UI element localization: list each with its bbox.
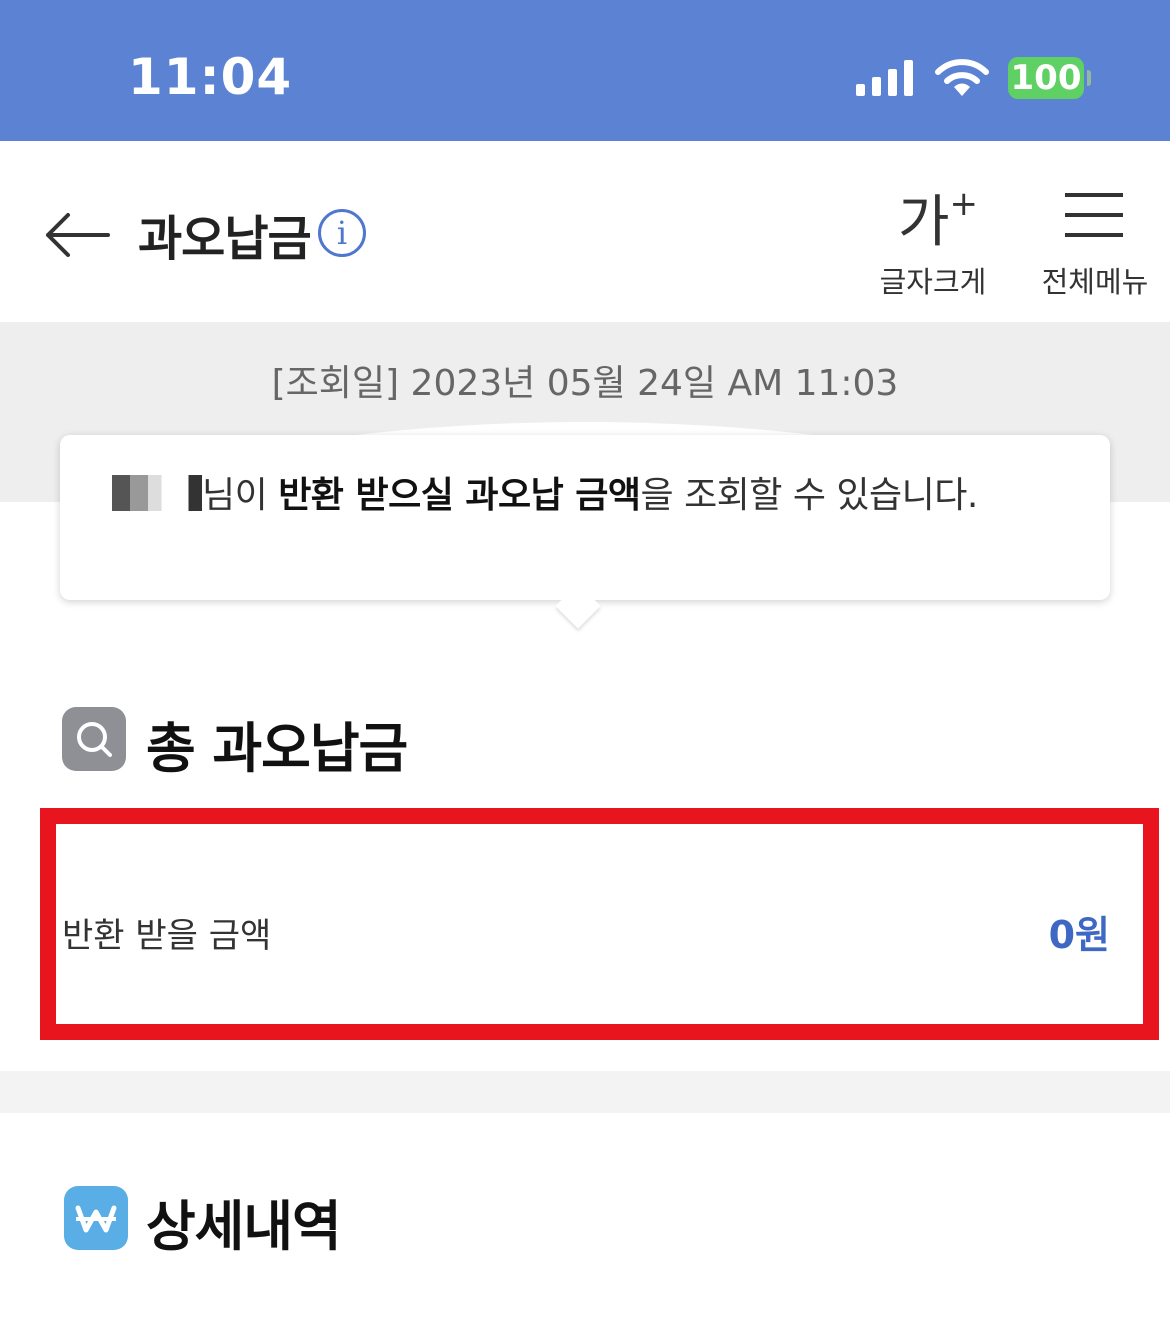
status-bar: 11:04 100	[0, 0, 1170, 141]
font-size-label: 글자크게	[879, 265, 987, 299]
page-title: 과오납금	[138, 211, 312, 267]
info-icon[interactable]: i	[318, 209, 366, 257]
font-size-icon: 가+	[898, 184, 979, 255]
won-icon	[64, 1186, 128, 1250]
masked-user-name	[112, 475, 202, 511]
query-date: [조회일] 2023년 05월 24일 AM 11:03	[271, 363, 899, 404]
app-header: 과오납금 i 가+ 글자크게 전체메뉴	[0, 141, 1170, 322]
font-size-button[interactable]: 가+ 글자크게	[868, 177, 998, 299]
total-section-title: 총 과오납금	[146, 717, 408, 780]
status-time: 11:04	[128, 48, 293, 106]
refund-amount-value: 0원	[1048, 913, 1110, 957]
search-icon	[62, 707, 126, 771]
wifi-icon	[935, 59, 989, 96]
full-menu-label: 전체메뉴	[1041, 265, 1149, 299]
detail-section-title: 상세내역	[146, 1195, 342, 1258]
back-arrow-icon[interactable]	[40, 211, 112, 259]
full-menu-button[interactable]: 전체메뉴	[1030, 177, 1160, 299]
battery-icon: 100	[1008, 57, 1084, 99]
hamburger-icon	[1065, 193, 1125, 239]
notice-text: 님이 반환 받으실 과오납 금액을 조회할 수 있습니다.	[112, 466, 978, 518]
battery-cap	[1087, 70, 1091, 86]
signal-icon	[856, 60, 913, 96]
section-divider	[0, 1071, 1170, 1113]
refund-amount-label: 반환 받을 금액	[62, 916, 272, 956]
